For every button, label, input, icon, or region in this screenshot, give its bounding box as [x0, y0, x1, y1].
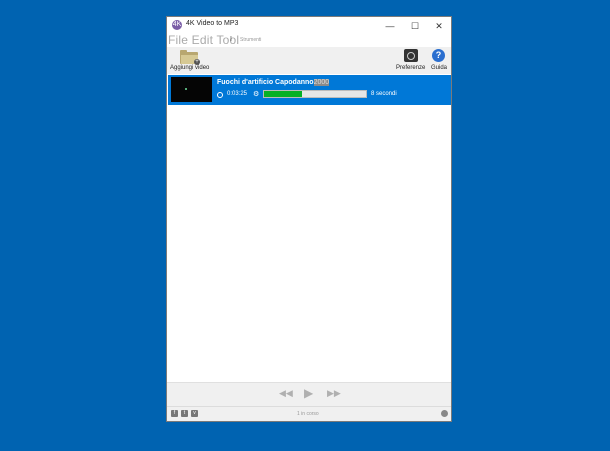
download-list-item[interactable]: Fuochi d'artificio Capodanno2000 0:03:25…: [168, 75, 451, 105]
preferences-icon[interactable]: [404, 49, 418, 62]
clock-icon: [217, 92, 223, 98]
vimeo-icon[interactable]: v: [191, 410, 198, 417]
rewind-button[interactable]: ◀◀: [279, 388, 293, 399]
app-logo-icon: 4K: [172, 20, 182, 30]
menu-extra-item[interactable]: Strumenti: [240, 37, 261, 43]
help-button[interactable]: Guida: [431, 65, 447, 71]
twitter-icon[interactable]: t: [181, 410, 188, 417]
status-text: 1 in corso: [297, 411, 319, 417]
video-thumbnail: [171, 77, 212, 102]
conversion-progress-bar: [263, 90, 367, 98]
video-duration: 0:03:25: [227, 91, 248, 97]
menu-bar: File Edit Tool I Strumenti: [167, 33, 451, 47]
text-cursor: I: [230, 36, 232, 43]
close-button[interactable]: ✕: [427, 17, 451, 35]
globe-icon[interactable]: [441, 410, 448, 417]
app-window: 4K 4K Video to MP3 — ☐ ✕ File Edit Tool …: [166, 16, 452, 422]
video-title: Fuochi d'artificio Capodanno2000: [217, 79, 330, 86]
maximize-button[interactable]: ☐: [403, 17, 427, 35]
facebook-icon[interactable]: f: [171, 410, 178, 417]
minimize-button[interactable]: —: [378, 17, 402, 35]
menu-items[interactable]: File Edit Tool: [168, 33, 239, 47]
toolbar: + Aggiungi video Preferenze ? Guida: [167, 47, 451, 74]
status-bar: f t v 1 in corso: [167, 406, 451, 421]
forward-button[interactable]: ▶▶: [327, 388, 341, 399]
video-title-selected-text: 2000: [313, 79, 330, 86]
play-button[interactable]: ▶: [304, 386, 313, 400]
player-controls: ◀◀ ▶ ▶▶: [167, 382, 451, 406]
settings-gear-icon[interactable]: ⚙: [253, 90, 259, 98]
add-video-icon[interactable]: +: [180, 50, 200, 65]
video-title-text: Fuochi d'artificio Capodanno: [217, 79, 314, 86]
help-icon[interactable]: ?: [432, 49, 445, 62]
window-title: 4K Video to MP3: [186, 20, 239, 27]
time-remaining: 8 secondi: [371, 91, 397, 97]
preferences-button[interactable]: Preferenze: [396, 65, 425, 71]
add-video-button[interactable]: Aggiungi video: [170, 65, 209, 71]
progress-fill: [264, 91, 302, 97]
